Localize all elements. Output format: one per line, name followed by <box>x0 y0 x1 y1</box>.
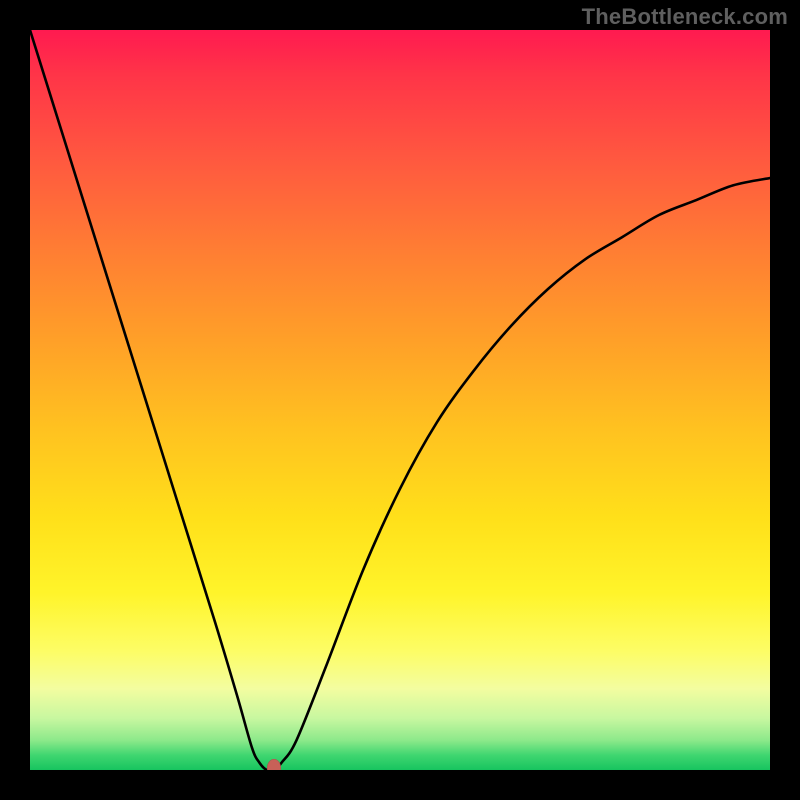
chart-frame: TheBottleneck.com <box>0 0 800 800</box>
bottleneck-curve <box>30 30 770 770</box>
watermark-text: TheBottleneck.com <box>582 4 788 30</box>
plot-area <box>30 30 770 770</box>
